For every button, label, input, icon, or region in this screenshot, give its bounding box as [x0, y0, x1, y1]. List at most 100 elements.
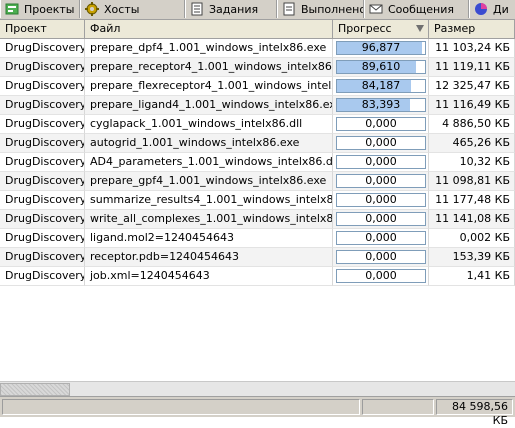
project-cell: DrugDiscovery: [0, 191, 85, 210]
size-cell: 11 103,24 КБ: [429, 39, 515, 58]
progress-bar: 0,000: [336, 155, 426, 169]
progress-cell: 89,610: [333, 58, 429, 77]
progress-bar: 0,000: [336, 250, 426, 264]
progress-bar: 84,187: [336, 79, 426, 93]
table-row[interactable]: DrugDiscovery receptor.pdb=1240454643 0,00…: [0, 248, 515, 267]
sort-descending-icon: [416, 25, 424, 32]
progress-value: 0,000: [365, 155, 397, 168]
progress-cell: 0,000: [333, 248, 429, 267]
disk-icon: [475, 3, 487, 15]
transfers-table: Проект Файл Прогресс Размер DrugDiscover…: [0, 20, 515, 381]
size-cell: 12 325,47 КБ: [429, 77, 515, 96]
file-cell: job.xml=1240454643: [85, 267, 333, 286]
progress-value: 0,000: [365, 250, 397, 263]
project-cell: DrugDiscovery: [0, 39, 85, 58]
project-cell: DrugDiscovery: [0, 96, 85, 115]
file-cell: AD4_parameters_1.001_windows_intelx86.da…: [85, 153, 333, 172]
projects-icon: [5, 3, 19, 15]
progress-value: 83,393: [361, 98, 401, 111]
table-row[interactable]: DrugDiscovery prepare_gpf4_1.001_windows_…: [0, 172, 515, 191]
progress-bar: 0,000: [336, 174, 426, 188]
progress-bar: 0,000: [336, 136, 426, 150]
project-cell: DrugDiscovery: [0, 172, 85, 191]
progress-bar: 0,000: [336, 212, 426, 226]
progress-cell: 84,187: [333, 77, 429, 96]
project-cell: DrugDiscovery: [0, 210, 85, 229]
column-header-file[interactable]: Файл: [85, 20, 333, 38]
project-cell: DrugDiscovery: [0, 58, 85, 77]
progress-bar: 0,000: [336, 269, 426, 283]
table-row[interactable]: DrugDiscovery prepare_ligand4_1.001_windo…: [0, 96, 515, 115]
progress-value: 0,000: [365, 193, 397, 206]
column-header-project[interactable]: Проект: [0, 20, 85, 38]
file-cell: prepare_dpf4_1.001_windows_intelx86.exe: [85, 39, 333, 58]
file-cell: receptor.pdb=1240454643: [85, 248, 333, 267]
done-icon: [283, 2, 295, 16]
progress-value: 96,877: [361, 41, 401, 54]
table-row[interactable]: DrugDiscovery prepare_receptor4_1.001_win…: [0, 58, 515, 77]
progress-value: 89,610: [361, 60, 401, 73]
file-cell: cyglapack_1.001_windows_intelx86.dll: [85, 115, 333, 134]
progress-cell: 0,000: [333, 191, 429, 210]
tab-bar: Проекты Хосты Задания Выполнено Сообщени…: [0, 0, 515, 20]
column-header-progress[interactable]: Прогресс: [333, 20, 429, 38]
size-cell: 1,41 КБ: [429, 267, 515, 286]
status-panel-middle: [362, 399, 434, 415]
progress-value: 0,000: [365, 117, 397, 130]
file-cell: summarize_results4_1.001_windows_intelx8…: [85, 191, 333, 210]
progress-cell: 0,000: [333, 210, 429, 229]
file-cell: prepare_gpf4_1.001_windows_intelx86.exe: [85, 172, 333, 191]
size-cell: 11 098,81 КБ: [429, 172, 515, 191]
tab-disk[interactable]: Ди: [469, 0, 515, 18]
table-row[interactable]: DrugDiscovery job.xml=1240454643 0,000 1,41…: [0, 267, 515, 286]
tab-done[interactable]: Выполнено: [277, 0, 364, 18]
progress-cell: 96,877: [333, 39, 429, 58]
scrollbar-thumb[interactable]: [0, 383, 70, 396]
file-cell: ligand.mol2=1240454643: [85, 229, 333, 248]
table-row[interactable]: DrugDiscovery summarize_results4_1.001_wi…: [0, 191, 515, 210]
file-cell: prepare_flexreceptor4_1.001_windows_inte…: [85, 77, 333, 96]
progress-bar: 0,000: [336, 117, 426, 131]
file-cell: autogrid_1.001_windows_intelx86.exe: [85, 134, 333, 153]
file-cell: write_all_complexes_1.001_windows_intelx…: [85, 210, 333, 229]
status-total-size: 84 598,56 КБ: [436, 399, 513, 427]
size-cell: 11 177,48 КБ: [429, 191, 515, 210]
tab-tasks[interactable]: Задания: [185, 0, 277, 18]
progress-value: 0,000: [365, 231, 397, 244]
file-cell: prepare_ligand4_1.001_windows_intelx86.e…: [85, 96, 333, 115]
file-cell: prepare_receptor4_1.001_windows_intelx86…: [85, 58, 333, 77]
progress-cell: 83,393: [333, 96, 429, 115]
tasks-icon: [191, 2, 203, 16]
table-header: Проект Файл Прогресс Размер: [0, 20, 515, 39]
size-cell: 11 116,49 КБ: [429, 96, 515, 115]
table-row[interactable]: DrugDiscovery ligand.mol2=1240454643 0,000…: [0, 229, 515, 248]
column-header-progress-label: Прогресс: [338, 22, 392, 35]
progress-cell: 0,000: [333, 115, 429, 134]
project-cell: DrugDiscovery: [0, 267, 85, 286]
table-row[interactable]: DrugDiscovery prepare_flexreceptor4_1.001…: [0, 77, 515, 96]
progress-cell: 0,000: [333, 153, 429, 172]
tab-hosts[interactable]: Хосты: [80, 0, 185, 18]
tab-messages-label: Сообщения: [388, 2, 455, 16]
table-row[interactable]: DrugDiscovery prepare_dpf4_1.001_windows_…: [0, 39, 515, 58]
project-cell: DrugDiscovery: [0, 229, 85, 248]
tab-projects[interactable]: Проекты: [0, 0, 80, 18]
tab-hosts-label: Хосты: [104, 2, 140, 16]
table-row[interactable]: DrugDiscovery AD4_parameters_1.001_window…: [0, 153, 515, 172]
progress-cell: 0,000: [333, 229, 429, 248]
tab-done-label: Выполнено: [301, 2, 364, 16]
tab-messages[interactable]: Сообщения: [364, 0, 469, 18]
size-cell: 4 886,50 КБ: [429, 115, 515, 134]
hosts-icon: [85, 2, 99, 16]
size-cell: 153,39 КБ: [429, 248, 515, 267]
column-header-size[interactable]: Размер: [429, 20, 515, 38]
project-cell: DrugDiscovery: [0, 153, 85, 172]
tab-projects-label: Проекты: [24, 2, 75, 16]
tab-disk-label: Ди: [493, 2, 509, 16]
table-row[interactable]: DrugDiscovery autogrid_1.001_windows_inte…: [0, 134, 515, 153]
table-row[interactable]: DrugDiscovery write_all_complexes_1.001_w…: [0, 210, 515, 229]
project-cell: DrugDiscovery: [0, 134, 85, 153]
status-panel-left: [2, 399, 360, 415]
horizontal-scrollbar[interactable]: [0, 381, 515, 397]
table-row[interactable]: DrugDiscovery cyglapack_1.001_windows_int…: [0, 115, 515, 134]
